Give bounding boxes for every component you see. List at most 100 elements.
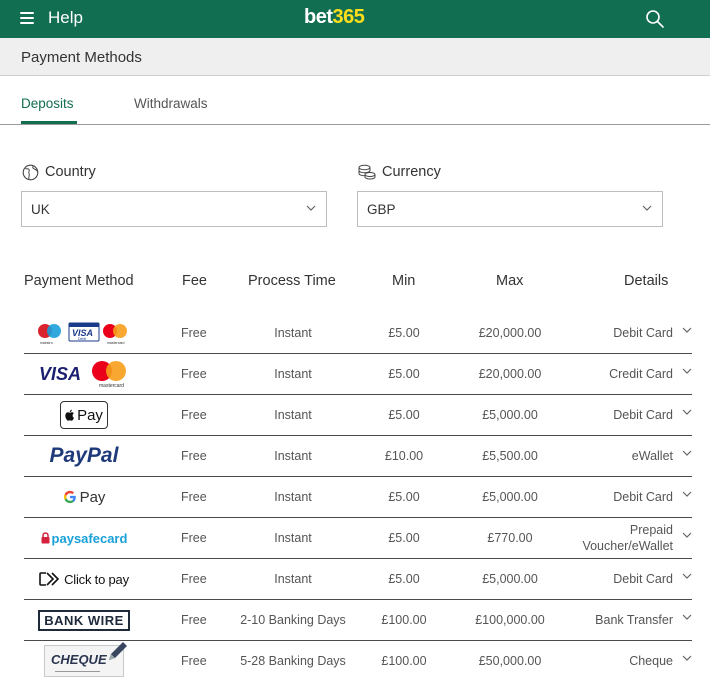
svg-text:mastercard: mastercard [99, 383, 124, 389]
fee-value: Free [181, 572, 207, 586]
process-time-value: Instant [274, 531, 312, 545]
max-value: £5,000.00 [482, 572, 538, 586]
details-value: Debit Card [613, 408, 673, 422]
currency-label: Currency [382, 164, 441, 180]
currency-select-value: GBP [367, 202, 396, 217]
table-row[interactable]: Click to pay Free Instant £5.00 £5,000.0… [24, 559, 692, 600]
apple-pay-logo: Pay [34, 398, 134, 432]
chevron-down-icon[interactable] [682, 614, 692, 621]
details-value: eWallet [631, 449, 673, 463]
globe-icon [22, 164, 39, 180]
svg-text:Debit: Debit [78, 337, 86, 341]
table-row[interactable]: VISA mastercard Free Instant £5.00 £20,0… [24, 354, 692, 395]
bank-wire-logo-text: BANK WIRE [38, 609, 130, 631]
process-time-value: Instant [274, 490, 312, 504]
details-value: Bank Transfer [595, 613, 673, 627]
min-value: £5.00 [388, 531, 420, 545]
column-header-process-time: Process Time [248, 273, 336, 289]
pen-icon [109, 642, 127, 660]
process-time-value: Instant [274, 449, 312, 463]
chevron-down-icon[interactable] [682, 409, 692, 416]
process-time-value: Instant [274, 326, 312, 340]
svg-text:VISA: VISA [39, 364, 81, 384]
column-header-fee: Fee [182, 273, 207, 289]
fee-value: Free [181, 531, 207, 545]
max-value: £5,500.00 [482, 449, 538, 463]
tab-bar: Deposits Withdrawals [0, 76, 710, 125]
fee-value: Free [181, 613, 207, 627]
click-to-pay-logo-text: Click to pay [64, 571, 129, 587]
click-to-pay-icon [39, 572, 60, 586]
cheque-logo: CHEQUE [34, 642, 134, 678]
page-title: Payment Methods [21, 49, 142, 66]
process-time-value: 2-10 Banking Days [240, 613, 346, 627]
tab-deposits[interactable]: Deposits [21, 96, 74, 111]
process-time-value: Instant [274, 367, 312, 381]
min-value: £10.00 [384, 449, 424, 463]
currency-label-row: Currency [358, 162, 441, 182]
chevron-down-icon[interactable] [682, 573, 692, 580]
maestro-visa-debit-mastercard-logo: maestro VISA Debit mastercard [34, 316, 134, 350]
padlock-icon [41, 532, 50, 544]
details-value: Debit Card [613, 490, 673, 504]
chevron-down-icon [306, 205, 316, 211]
details-value: Cheque [629, 654, 673, 668]
process-time-value: Instant [274, 408, 312, 422]
process-time-value: Instant [274, 572, 312, 586]
fee-value: Free [181, 490, 207, 504]
search-icon[interactable] [645, 9, 665, 29]
max-value: £5,000.00 [482, 490, 538, 504]
active-tab-indicator [21, 121, 77, 124]
google-pay-logo-text: Pay [79, 488, 106, 506]
country-select[interactable]: UK [21, 191, 327, 227]
min-value: £5.00 [388, 326, 420, 340]
min-value: £100.00 [381, 654, 427, 668]
table-row[interactable]: PayPal Free Instant £10.00 £5,500.00 eWa… [24, 436, 692, 477]
bank-wire-logo: BANK WIRE [34, 603, 134, 637]
table-row[interactable]: CHEQUE Free 5-28 Banking Days £100.00 £5… [24, 641, 692, 682]
table-row[interactable]: Pay Free Instant £5.00 £5,000.00 Debit C… [24, 477, 692, 518]
paypal-logo: PayPal [34, 439, 134, 473]
details-value: Debit Card [613, 326, 673, 340]
currency-select[interactable]: GBP [357, 191, 663, 227]
max-value: £5,000.00 [482, 408, 538, 422]
process-time-value: 5-28 Banking Days [240, 654, 346, 668]
fee-value: Free [181, 367, 207, 381]
table-row[interactable]: paysafecard Free Instant £5.00 £770.00 P… [24, 518, 692, 559]
page-header: Payment Methods [0, 38, 710, 76]
min-value: £5.00 [388, 490, 420, 504]
paypal-logo-text: PayPal [49, 444, 119, 467]
table-row[interactable]: Pay Free Instant £5.00 £5,000.00 Debit C… [24, 395, 692, 436]
chevron-down-icon[interactable] [682, 655, 692, 662]
chevron-down-icon[interactable] [682, 450, 692, 457]
details-value: Debit Card [613, 572, 673, 586]
column-header-min: Min [392, 273, 416, 289]
top-bar: Help bet365 [0, 0, 710, 38]
min-value: £100.00 [381, 613, 427, 627]
tab-withdrawals[interactable]: Withdrawals [134, 96, 208, 111]
coins-icon [358, 164, 376, 180]
max-value: £20,000.00 [478, 326, 542, 340]
chevron-down-icon[interactable] [682, 327, 692, 334]
column-header-max: Max [496, 273, 524, 289]
hamburger-menu-icon[interactable] [20, 12, 34, 24]
column-header-payment-method: Payment Method [24, 273, 134, 289]
apple-pay-logo-text: Pay [77, 406, 103, 424]
google-g-icon [63, 490, 76, 503]
apple-icon [65, 409, 74, 421]
max-value: £50,000.00 [478, 654, 542, 668]
chevron-down-icon[interactable] [682, 368, 692, 375]
chevron-down-icon[interactable] [682, 532, 692, 539]
bet365-logo[interactable]: bet365 [304, 6, 365, 29]
country-label-row: Country [22, 162, 96, 182]
country-select-value: UK [31, 202, 50, 217]
table-row[interactable]: maestro VISA Debit mastercard Free Insta… [24, 313, 692, 354]
min-value: £5.00 [388, 572, 420, 586]
fee-value: Free [181, 449, 207, 463]
svg-text:mastercard: mastercard [107, 341, 125, 345]
help-title[interactable]: Help [48, 8, 83, 28]
table-row[interactable]: BANK WIRE Free 2-10 Banking Days £100.00… [24, 600, 692, 641]
logo-text-bet: bet [304, 6, 333, 28]
chevron-down-icon[interactable] [682, 491, 692, 498]
details-line-1: Prepaid [629, 523, 673, 537]
